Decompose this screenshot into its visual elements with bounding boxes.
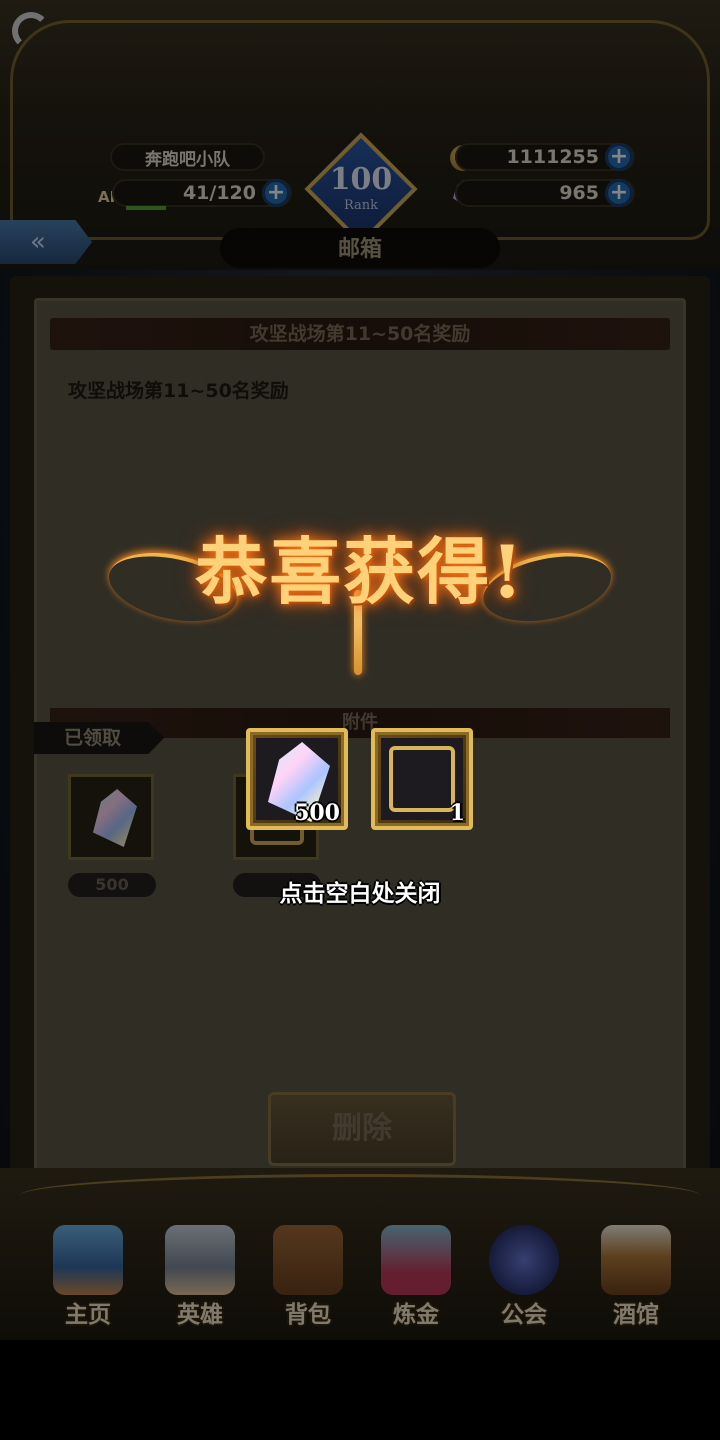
game-screen: 奔跑吧小队 AP 41/120 + 1111255 + 965 + 100 Ra… <box>0 0 720 1440</box>
reward-title: 恭喜获得! <box>195 529 525 614</box>
reward-item[interactable]: 1 <box>371 728 473 830</box>
avatar-frame-icon <box>389 746 455 812</box>
reward-banner: 恭喜获得! <box>100 495 620 685</box>
reward-count: 1 <box>449 800 465 826</box>
reward-item[interactable]: 500 <box>246 728 348 830</box>
modal-backdrop[interactable] <box>0 0 720 1440</box>
reward-count: 500 <box>294 800 340 826</box>
close-hint-text: 点击空白处关闭 <box>279 881 441 907</box>
